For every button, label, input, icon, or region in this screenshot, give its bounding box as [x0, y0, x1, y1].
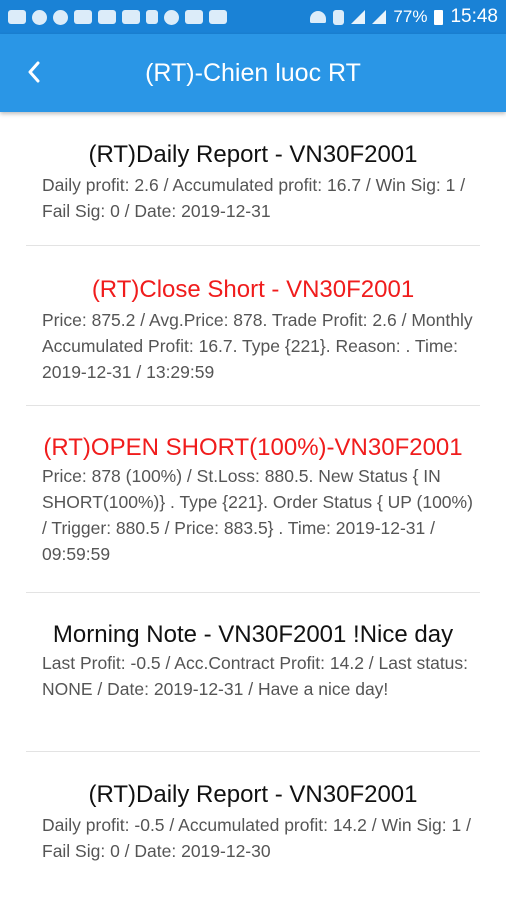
download-icon	[146, 10, 158, 24]
list-item[interactable]: (RT)OPEN SHORT(100%)-VN30F2001 Price: 87…	[26, 406, 480, 593]
list-item[interactable]: (RT)Daily Report - VN30F2001 Daily profi…	[26, 112, 480, 246]
app-icon	[164, 9, 179, 25]
item-body: Daily profit: 2.6 / Accumulated profit: …	[42, 175, 466, 221]
battery-icon	[434, 9, 444, 25]
phone-icon	[32, 9, 47, 25]
status-bar: 77% 15:48	[0, 0, 506, 34]
item-title: (RT)Close Short - VN30F2001	[91, 276, 415, 303]
item-title: (RT)Daily Report - VN30F2001	[88, 141, 418, 168]
list-item[interactable]: Morning Note - VN30F2001 !Nice day Last …	[26, 593, 480, 752]
chat-icon	[74, 10, 92, 24]
chat-icon	[98, 10, 116, 24]
sim-icon	[333, 9, 345, 25]
notification-icons	[8, 9, 227, 25]
item-title: (RT)OPEN SHORT(100%)-VN30F2001	[43, 434, 463, 461]
chevron-left-icon	[28, 61, 40, 83]
app-bar: (RT)-Chien luoc RT	[0, 34, 506, 112]
list-item[interactable]: (RT)Close Short - VN30F2001 Price: 875.2…	[26, 246, 480, 406]
item-body: Price: 875.2 / Avg.Price: 878. Trade Pro…	[42, 310, 473, 382]
notification-list[interactable]: (RT)Daily Report - VN30F2001 Daily profi…	[0, 112, 506, 900]
mail-icon	[122, 10, 140, 24]
wifi-icon	[310, 11, 327, 23]
clock: 15:48	[450, 6, 498, 27]
list-item[interactable]: (RT)Daily Report - VN30F2001 Daily profi…	[26, 752, 480, 885]
system-icons: 77% 15:48	[310, 6, 498, 28]
app-icon	[185, 10, 203, 24]
gallery-icon	[209, 10, 227, 24]
back-button[interactable]	[16, 54, 52, 90]
signal-icon	[351, 10, 366, 24]
page-title: (RT)-Chien luoc RT	[145, 59, 361, 87]
item-body: Daily profit: -0.5 / Accumulated profit:…	[42, 815, 471, 861]
item-title: (RT)Daily Report - VN30F2001	[88, 781, 418, 808]
message-icon	[8, 10, 26, 24]
battery-percent: 77%	[393, 7, 428, 26]
viber-icon	[53, 9, 68, 25]
item-title: Morning Note - VN30F2001 !Nice day	[52, 621, 454, 648]
item-body: Price: 878 (100%) / St.Loss: 880.5. New …	[42, 466, 473, 564]
item-body: Last Profit: -0.5 / Acc.Contract Profit:…	[42, 653, 469, 699]
signal-icon	[372, 10, 387, 24]
